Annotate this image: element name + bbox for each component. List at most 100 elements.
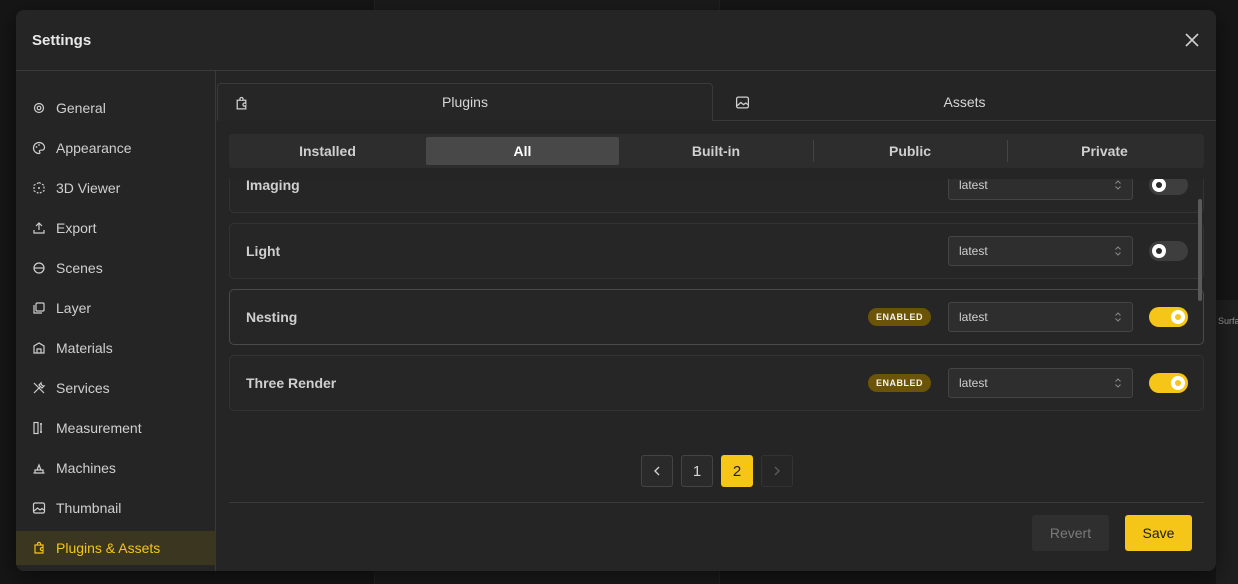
sidebar-item-label: Layer — [56, 300, 92, 316]
toggle-knob — [1152, 244, 1166, 258]
filter-tab-private[interactable]: Private — [1008, 137, 1201, 165]
version-select[interactable]: latest — [948, 236, 1133, 266]
sidebar-item-export[interactable]: Export — [16, 211, 216, 245]
tab-plugins[interactable]: Plugins — [217, 83, 713, 121]
tab-label: Plugins — [442, 94, 488, 110]
sidebar-item-materials[interactable]: Materials — [16, 331, 216, 365]
close-button[interactable] — [1182, 30, 1202, 50]
filter-tab-bar: Installed All Built-in Public Private — [229, 134, 1204, 168]
machine-icon — [32, 461, 46, 475]
building-icon — [32, 341, 46, 355]
image-icon — [32, 501, 46, 515]
background-right-panel — [1216, 300, 1238, 584]
filter-tab-label: Private — [1081, 143, 1128, 159]
filter-tab-all[interactable]: All — [426, 137, 619, 165]
tab-label: Assets — [943, 94, 986, 110]
version-select-value: latest — [959, 244, 988, 258]
plugin-row-three-render: Three Render ENABLED latest — [229, 355, 1204, 411]
gear-icon — [32, 101, 46, 115]
version-select[interactable]: latest — [948, 368, 1133, 398]
list-scrollbar[interactable] — [1198, 199, 1202, 301]
filter-tab-label: All — [513, 143, 532, 159]
filter-tab-label: Installed — [299, 143, 356, 159]
filter-tab-built-in[interactable]: Built-in — [620, 137, 812, 165]
dialog-title: Settings — [32, 32, 92, 49]
version-select-value: latest — [959, 376, 988, 390]
layers-icon — [32, 301, 46, 315]
sidebar-item-services[interactable]: Services — [16, 371, 216, 405]
toggle-knob — [1152, 179, 1166, 192]
sidebar-item-thumbnail[interactable]: Thumbnail — [16, 491, 216, 525]
sidebar-item-machines[interactable]: Machines — [16, 451, 216, 485]
page-button-1[interactable]: 1 — [681, 455, 713, 487]
sidebar-item-label: Thumbnail — [56, 500, 122, 516]
chevron-updown-icon — [1114, 179, 1122, 194]
sidebar-item-label: Export — [56, 220, 97, 236]
chevron-updown-icon — [1114, 311, 1122, 326]
plugin-toggle[interactable] — [1149, 241, 1188, 261]
settings-content: Plugins Assets Installed All Built-in Pu… — [217, 71, 1216, 571]
dialog-header: Settings — [16, 10, 1216, 71]
version-select-value: latest — [959, 179, 988, 192]
sidebar-item-3d-viewer[interactable]: 3D Viewer — [16, 171, 216, 205]
sidebar-item-label: Materials — [56, 340, 113, 356]
sidebar-item-label: 3D Viewer — [56, 180, 121, 196]
plugin-toggle[interactable] — [1149, 179, 1188, 195]
prev-page-button[interactable] — [641, 455, 673, 487]
sidebar-item-layer[interactable]: Layer — [16, 291, 216, 325]
page-button-2[interactable]: 2 — [721, 455, 753, 487]
plugin-name: Nesting — [246, 309, 298, 325]
filter-tab-installed[interactable]: Installed — [232, 137, 423, 165]
plugin-name: Light — [246, 243, 281, 259]
chevron-left-icon — [654, 466, 660, 476]
toggle-knob — [1171, 310, 1185, 324]
save-button[interactable]: Save — [1125, 515, 1192, 551]
sidebar-item-scenes[interactable]: Scenes — [16, 251, 216, 285]
settings-sidebar: General Appearance 3D Viewer Export Scen… — [16, 71, 216, 571]
plugin-name: Imaging — [246, 179, 300, 193]
close-icon — [1185, 33, 1199, 47]
sidebar-item-appearance[interactable]: Appearance — [16, 131, 216, 165]
chevron-updown-icon — [1114, 245, 1122, 260]
plugin-toggle[interactable] — [1149, 307, 1188, 327]
footer-divider — [229, 502, 1204, 503]
toggle-knob — [1171, 376, 1185, 390]
sidebar-item-label: Scenes — [56, 260, 103, 276]
background-label: Surfa — [1218, 316, 1238, 326]
sidebar-item-label: Appearance — [56, 140, 132, 156]
sidebar-item-measurement[interactable]: Measurement — [16, 411, 216, 445]
upload-icon — [32, 221, 46, 235]
chevron-updown-icon — [1114, 377, 1122, 392]
tools-icon — [32, 381, 46, 395]
plugin-row-light: Light latest — [229, 223, 1204, 279]
revert-button[interactable]: Revert — [1032, 515, 1109, 551]
version-select-value: latest — [959, 310, 988, 324]
cube-icon — [32, 181, 46, 195]
globe-icon — [32, 261, 46, 275]
plugin-toggle[interactable] — [1149, 373, 1188, 393]
sidebar-item-plugins-assets[interactable]: Plugins & Assets — [16, 531, 216, 565]
version-select[interactable]: latest — [948, 302, 1133, 332]
image-icon — [735, 95, 750, 113]
filter-tab-label: Built-in — [691, 143, 741, 159]
top-tab-bar: Plugins Assets — [217, 83, 1216, 121]
ruler-icon — [32, 421, 46, 435]
sidebar-item-general[interactable]: General — [16, 91, 216, 125]
sidebar-item-label: General — [56, 100, 106, 116]
palette-icon — [32, 141, 46, 155]
sidebar-item-label: Services — [56, 380, 110, 396]
chevron-right-icon — [774, 466, 780, 476]
plugin-row-nesting: Nesting ENABLED latest — [229, 289, 1204, 345]
version-select[interactable]: latest — [948, 179, 1133, 200]
plugin-row-imaging: Imaging latest — [229, 179, 1204, 213]
plugin-name: Three Render — [246, 375, 337, 391]
puzzle-icon — [234, 96, 249, 114]
status-badge: ENABLED — [868, 374, 932, 392]
status-badge: ENABLED — [868, 308, 932, 326]
filter-tab-public[interactable]: Public — [814, 137, 1006, 165]
plugin-list: Imaging latest Light latest Nesting ENAB… — [229, 179, 1204, 433]
sidebar-item-label: Plugins & Assets — [56, 540, 161, 556]
next-page-button[interactable] — [761, 455, 793, 487]
filter-tab-label: Public — [888, 143, 931, 159]
tab-assets[interactable]: Assets — [713, 83, 1216, 121]
